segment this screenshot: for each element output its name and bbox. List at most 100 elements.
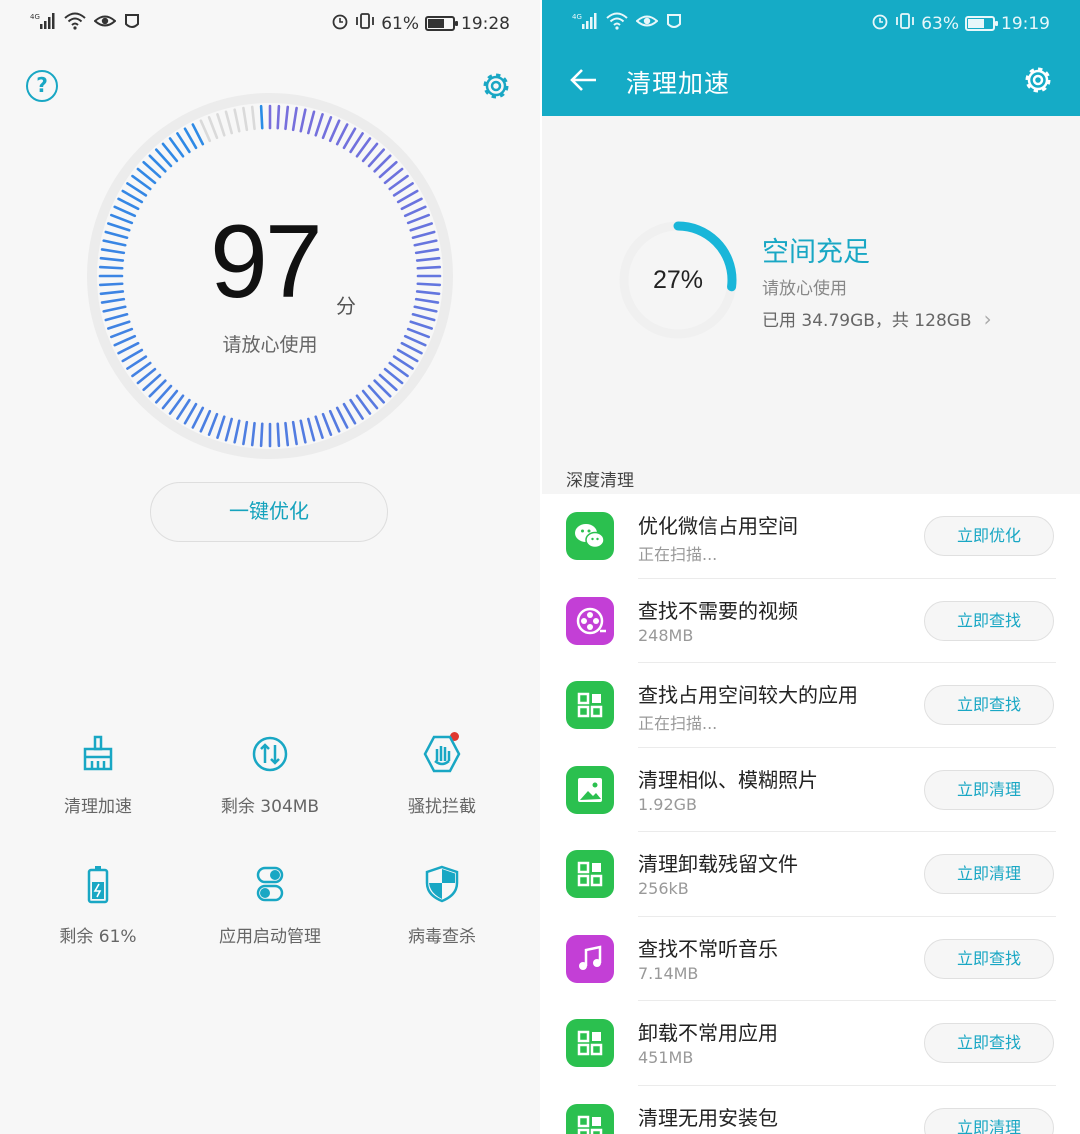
dial-tick [99,256,125,262]
battery-icon [87,866,109,904]
dial-tick [233,108,241,133]
dial-tick [342,127,357,150]
item-action-button[interactable]: 立即查找 [924,685,1054,725]
dial-tick [415,256,441,262]
tile-memory[interactable]: 剩余 304MB [184,728,356,828]
alarm-icon [331,12,349,35]
battery-percent: 63% [921,13,959,34]
dial-tick [406,213,431,225]
dial-tick [414,248,440,255]
item-subtitle: 正在扫描... [638,714,718,733]
item-title: 查找不需要的视频 [638,598,798,623]
health-score: 97 [210,204,323,320]
dial-tick [121,189,144,204]
dial-tick [102,305,127,313]
help-button[interactable]: ? [26,70,58,102]
dial-tick [342,402,357,425]
dial-tick [216,415,226,439]
settings-gear-icon[interactable] [1020,62,1056,98]
dial-tick [411,230,436,239]
list-item[interactable]: 卸载不常用应用 451MB 立即查找 [542,1001,1080,1086]
item-title: 清理相似、模糊照片 [638,767,818,792]
list-item[interactable]: 清理相似、模糊照片 1.92GB 立即清理 [542,748,1080,832]
item-subtitle: 7.14MB [638,963,699,983]
dial-tick [409,320,433,330]
battery-percent: 61% [381,13,419,34]
deep-clean-list: 优化微信占用空间 正在扫描... 立即优化 查找不需要的视频 248MB 立即查找 查找占用… [542,494,1080,1134]
item-action-button[interactable]: 立即优化 [924,516,1054,556]
shield-icon [425,865,459,903]
dial-tick [328,409,341,433]
dial-tick [224,110,233,135]
eye-icon [93,12,117,35]
signal-icon: 4G [572,12,598,35]
dial-tick [335,406,349,429]
tile-virus-scan[interactable]: 病毒查杀 [356,858,528,958]
list-item[interactable]: 查找占用空间较大的应用 正在扫描... 立即查找 [542,663,1080,748]
dial-tick [98,265,124,270]
battery-icon [965,16,998,31]
dial-tick [314,415,324,439]
settings-gear-icon[interactable] [478,68,514,104]
one-tap-optimize-button[interactable]: 一键优化 [150,482,388,542]
item-action-button[interactable]: 立即清理 [924,769,1054,810]
broom-icon [83,735,113,771]
tile-label: 应用启动管理 [219,927,321,947]
alarm-icon [871,12,889,35]
storage-used-link[interactable]: 已用 34.79GB，共 128GB › [762,306,992,332]
item-action-button[interactable]: 立即查找 [924,1023,1054,1063]
item-action-button[interactable]: 立即清理 [924,854,1054,894]
list-item[interactable]: 查找不常听音乐 7.14MB 立即查找 [542,917,1080,1001]
dial-tick [284,421,290,447]
item-title: 优化微信占用空间 [638,514,798,538]
shield-status-icon [666,12,682,35]
dial-tick [100,248,126,255]
dial-tick [416,282,442,287]
dial-tick [276,104,281,130]
dial-tick [191,123,205,146]
item-title: 清理无用安装包 [638,1105,778,1130]
item-subtitle: 248MB [638,625,694,645]
tile-launch-manager[interactable]: 应用启动管理 [184,858,356,958]
dial-tick [307,110,316,135]
music-icon [566,934,614,983]
dial-tick [242,420,249,446]
item-action-button[interactable]: 立即清理 [924,1107,1054,1134]
signal-icon: 4G [30,12,56,35]
score-unit: 分 [336,294,356,318]
dial-tick [98,282,124,287]
item-subtitle: 451MB [638,1048,694,1067]
page-title: 清理加速 [626,69,731,98]
list-item[interactable]: 清理无用安装包 立即清理 [542,1086,1080,1134]
dial-tick [291,420,298,446]
dial-tick [321,115,333,140]
back-arrow-icon[interactable] [568,64,600,96]
item-subtitle: 正在扫描... [638,545,718,564]
dial-tick [100,297,126,304]
dial-tick [233,419,241,444]
tile-harass-block[interactable]: 骚扰拦截 [356,728,528,828]
dial-tick [414,297,440,304]
tile-battery[interactable]: 剩余 61% [12,858,184,958]
apps-grid-icon [566,850,614,898]
dial-tick [117,197,140,211]
dial-tick [199,409,212,433]
section-header: 深度清理 [566,471,634,491]
network-type-label: 4G [30,13,40,21]
dial-tick [104,230,129,239]
item-action-button[interactable]: 立即查找 [924,938,1054,979]
dial-tick [242,106,249,132]
item-title: 卸载不常用应用 [638,1021,778,1045]
item-action-button[interactable]: 立即查找 [924,600,1054,641]
list-item[interactable]: 清理卸载残留文件 256kB 立即清理 [542,832,1080,917]
shield-status-icon [124,12,140,35]
dial-tick [183,402,198,425]
tile-cleanup[interactable]: 清理加速 [12,728,184,828]
memory-icon [252,736,288,772]
dial-tick [259,104,264,130]
dial-tick [99,290,125,296]
list-item[interactable]: 查找不需要的视频 248MB 立即查找 [542,579,1080,663]
status-bar: 4G 61% 19:28 [0,0,540,46]
tile-label: 骚扰拦截 [408,797,476,817]
list-item[interactable]: 优化微信占用空间正在扫描... 立即优化 [542,494,1080,579]
